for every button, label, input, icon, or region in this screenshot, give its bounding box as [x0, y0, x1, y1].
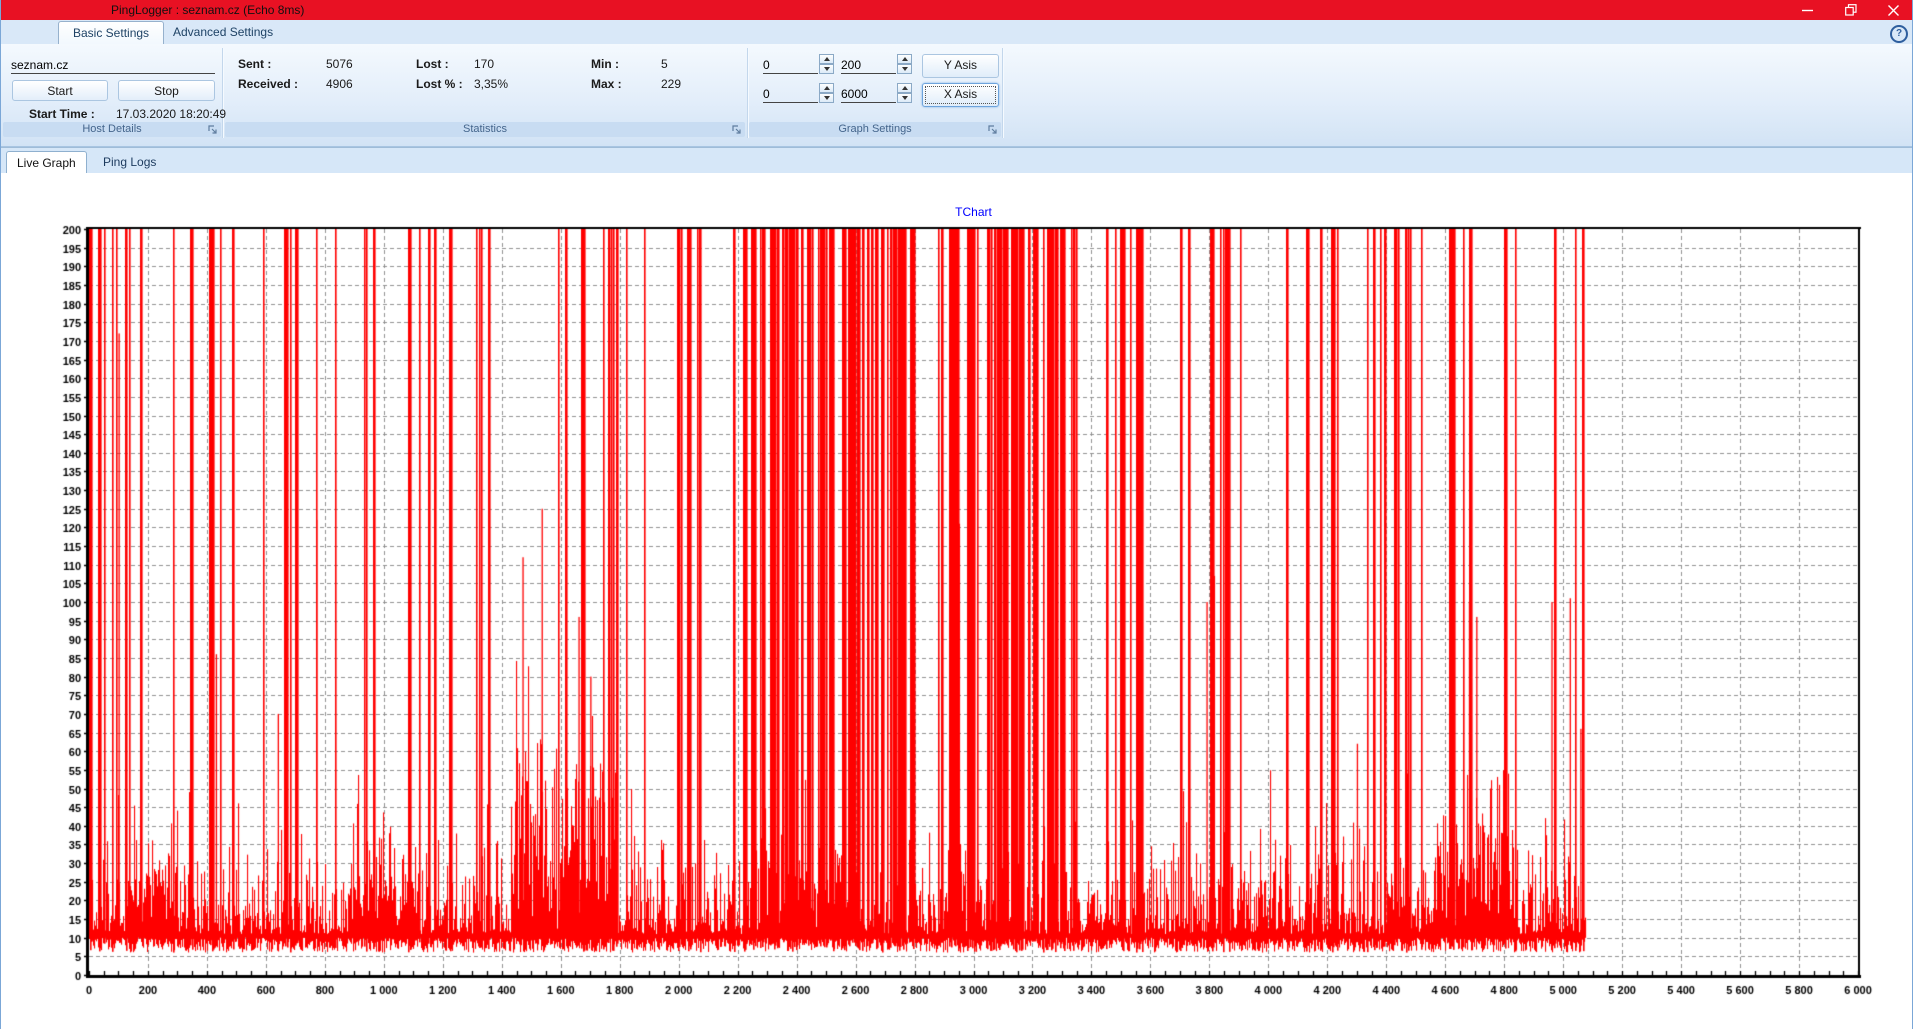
dialog-launcher-icon[interactable] — [987, 124, 998, 135]
dialog-launcher-icon[interactable] — [207, 124, 218, 135]
title-bar: PingLogger : seznam.cz (Echo 8ms) — [1, 0, 1912, 20]
tab-live-graph[interactable]: Live Graph — [6, 151, 87, 175]
host-input[interactable] — [11, 57, 215, 74]
group-graph-settings: Y Asis X Asis Graph Settings — [749, 44, 1001, 137]
y-axis-min-spinner — [819, 54, 834, 75]
x-axis-min-spinner — [819, 83, 834, 104]
help-icon[interactable]: ? — [1890, 25, 1908, 43]
ribbon-body: Start Stop Start Time : 17.03.2020 18:20… — [1, 44, 1912, 147]
ribbon-tab-advanced-settings[interactable]: Advanced Settings — [159, 21, 287, 43]
close-icon — [1888, 5, 1899, 16]
restore-icon — [1845, 4, 1857, 16]
x-axis-min-input[interactable] — [763, 86, 818, 103]
stat-received-value: 4906 — [326, 77, 353, 91]
ribbon-tab-basic-settings[interactable]: Basic Settings — [58, 21, 164, 44]
stat-max-value: 229 — [661, 77, 681, 91]
stat-sent-label: Sent : — [238, 57, 271, 71]
group-statistics: Sent : 5076 Received : 4906 Lost : 170 L… — [225, 44, 745, 137]
group-caption-graph-settings: Graph Settings — [749, 122, 1001, 137]
group-caption-host-details: Host Details — [3, 122, 221, 137]
y-axis-max-input[interactable] — [841, 57, 896, 74]
spin-down-icon[interactable] — [897, 64, 912, 74]
spin-up-icon[interactable] — [897, 54, 912, 64]
group-caption-statistics: Statistics — [225, 122, 745, 137]
start-time-label: Start Time : — [29, 107, 95, 121]
view-tab-strip: Live Graph Ping Logs — [1, 147, 1912, 173]
spin-down-icon[interactable] — [819, 93, 834, 103]
minimize-icon — [1802, 5, 1813, 16]
spin-up-icon[interactable] — [897, 83, 912, 93]
tab-ping-logs[interactable]: Ping Logs — [93, 151, 166, 174]
y-axis-button[interactable]: Y Asis — [922, 54, 999, 78]
stop-button[interactable]: Stop — [118, 80, 215, 101]
stat-min-value: 5 — [661, 57, 668, 71]
window-title: PingLogger : seznam.cz (Echo 8ms) — [111, 3, 304, 17]
stat-lost-value: 170 — [474, 57, 494, 71]
minimize-button[interactable] — [1790, 0, 1824, 20]
stat-lost-pct-label: Lost % : — [416, 77, 463, 91]
y-axis-min-input[interactable] — [763, 57, 818, 74]
group-host-details: Start Stop Start Time : 17.03.2020 18:20… — [3, 44, 221, 137]
stat-max-label: Max : — [591, 77, 622, 91]
spin-up-icon[interactable] — [819, 83, 834, 93]
x-axis-max-input[interactable] — [841, 86, 896, 103]
start-time-value: 17.03.2020 18:20:49 — [116, 107, 226, 121]
group-separator — [222, 48, 223, 138]
dialog-launcher-icon[interactable] — [731, 124, 742, 135]
stat-min-label: Min : — [591, 57, 619, 71]
stat-lost-pct-value: 3,35% — [474, 77, 508, 91]
live-graph-panel: TChart — [1, 173, 1912, 1029]
spin-down-icon[interactable] — [819, 64, 834, 74]
stat-lost-label: Lost : — [416, 57, 449, 71]
x-axis-button[interactable]: X Asis — [922, 83, 999, 107]
spin-up-icon[interactable] — [819, 54, 834, 64]
x-axis-max-spinner — [897, 83, 912, 104]
y-axis-max-spinner — [897, 54, 912, 75]
stat-received-label: Received : — [238, 77, 298, 91]
group-separator — [747, 48, 748, 138]
group-separator — [1002, 48, 1003, 138]
stat-sent-value: 5076 — [326, 57, 353, 71]
restore-button[interactable] — [1834, 0, 1868, 20]
pinglogger-window: PingLogger : seznam.cz (Echo 8ms) Basic … — [0, 0, 1913, 1029]
start-button[interactable]: Start — [12, 80, 108, 101]
spin-down-icon[interactable] — [897, 93, 912, 103]
close-button[interactable] — [1876, 0, 1910, 20]
ribbon-tab-strip: Basic Settings Advanced Settings ? — [1, 20, 1912, 44]
ping-chart-canvas[interactable] — [1, 173, 1913, 1029]
